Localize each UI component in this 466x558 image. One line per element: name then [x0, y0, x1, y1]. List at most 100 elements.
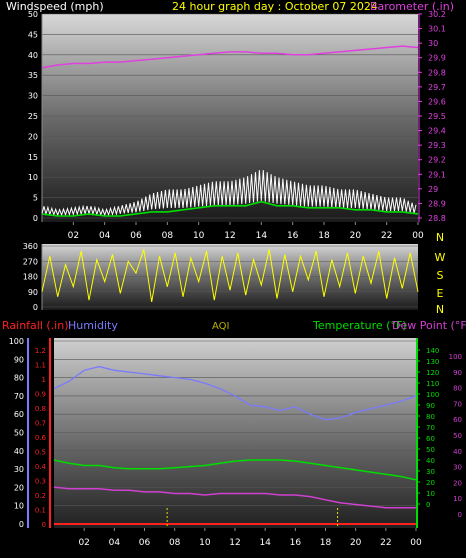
chart-title: 24 hour graph day : October 07 2024: [172, 0, 378, 13]
direction-tick-label: 180: [23, 273, 38, 282]
direction-tick-label: 360: [23, 242, 38, 251]
humidity-tick-label: 100: [9, 337, 24, 346]
time-tick-label: 06: [139, 538, 151, 548]
direction-tick-label: 90: [28, 288, 38, 297]
dewpoint-tick-label: 60: [453, 416, 462, 424]
barometer-tick-label: 30.1: [428, 25, 446, 34]
rainfall-tick-label: 0.5: [35, 449, 46, 457]
humidity-tick-label: 70: [14, 392, 24, 401]
compass-label: E: [437, 287, 444, 300]
time-tick-label: 12: [229, 538, 240, 548]
barometer-tick-label: 29.1: [428, 170, 446, 179]
time-tick-label: 16: [290, 538, 302, 548]
time-tick-label: 00: [410, 538, 422, 548]
time-tick-label: 14: [256, 231, 268, 241]
windspeed-tick-label: 0: [33, 214, 38, 223]
temperature-tick-label: 120: [426, 369, 439, 377]
rainfall-tick-label: 0.4: [35, 463, 47, 471]
temperature-tick-label: 50: [426, 446, 435, 454]
humidity-axis-title: Humidity: [68, 319, 118, 332]
rainfall-tick-label: 0.7: [35, 420, 46, 428]
direction-tick-label: 270: [23, 257, 38, 266]
time-tick-label: 10: [199, 538, 211, 548]
windspeed-tick-label: 20: [28, 132, 38, 141]
time-tick-label: 22: [381, 231, 392, 241]
windspeed-tick-label: 30: [28, 92, 38, 101]
rainfall-tick-label: 1.2: [35, 347, 46, 355]
temperature-tick-label: 140: [426, 347, 439, 355]
dewpoint-tick-label: 30: [453, 464, 462, 472]
rainfall-tick-label: 0.6: [35, 434, 47, 442]
time-tick-label: 06: [130, 231, 142, 241]
dewpoint-tick-label: 50: [453, 432, 462, 440]
temperature-tick-label: 130: [426, 358, 439, 366]
time-tick-label: 08: [162, 231, 174, 241]
rainfall-axis-title: Rainfall (.in): [2, 319, 69, 332]
weather-chart: Windspeed (mph) 24 hour graph day : Octo…: [2, 0, 466, 548]
barometer-tick-label: 29.6: [428, 97, 446, 106]
temperature-tick-label: 80: [426, 413, 435, 421]
temperature-tick-label: 30: [426, 468, 435, 476]
barometer-tick-label: 30: [428, 39, 438, 48]
time-tick-label: 02: [68, 231, 79, 241]
compass-label: S: [437, 269, 444, 282]
barometer-tick-label: 29: [428, 185, 438, 194]
time-tick-label: 16: [287, 231, 299, 241]
windspeed-tick-label: 15: [28, 153, 38, 162]
time-tick-label: 00: [412, 231, 424, 241]
time-tick-label: 14: [259, 538, 271, 548]
dewpoint-axis-title: Dew Point (°F): [392, 319, 466, 332]
rainfall-tick-label: 0.8: [35, 405, 46, 413]
direction-tick-label: 0: [33, 303, 38, 312]
time-tick-label: 20: [350, 231, 362, 241]
time-tick-label: 18: [318, 231, 330, 241]
barometer-tick-label: 30.2: [428, 10, 446, 19]
aqi-axis-title: AQI: [212, 321, 230, 332]
dewpoint-tick-label: 0: [458, 511, 462, 519]
barometer-tick-label: 29.9: [428, 54, 446, 63]
windspeed-tick-label: 25: [28, 112, 38, 121]
time-tick-label: 18: [320, 538, 332, 548]
barometer-tick-label: 29.5: [428, 112, 446, 121]
humidity-tick-label: 40: [14, 447, 24, 456]
time-tick-label: 04: [99, 231, 111, 241]
windspeed-tick-label: 50: [28, 10, 38, 19]
time-tick-label: 10: [193, 231, 205, 241]
rainfall-tick-label: 0.2: [35, 492, 46, 500]
humidity-tick-label: 50: [14, 429, 24, 438]
compass-label: N: [436, 231, 444, 244]
time-tick-label: 20: [350, 538, 362, 548]
time-tick-label: 22: [380, 538, 391, 548]
windspeed-tick-label: 5: [33, 194, 38, 203]
compass-label: N: [436, 303, 444, 316]
windspeed-tick-label: 10: [28, 173, 38, 182]
dewpoint-tick-label: 40: [453, 448, 462, 456]
dewpoint-tick-label: 90: [453, 369, 462, 377]
windspeed-tick-label: 45: [28, 30, 38, 39]
rainfall-tick-label: 0: [42, 521, 46, 529]
dewpoint-tick-label: 100: [449, 353, 462, 361]
time-tick-label: 04: [109, 538, 121, 548]
temperature-tick-label: 90: [426, 402, 435, 410]
rainfall-tick-label: 1.1: [35, 362, 46, 370]
barometer-tick-label: 29.8: [428, 68, 446, 77]
dewpoint-tick-label: 80: [453, 385, 462, 393]
rainfall-tick-label: 0.3: [35, 478, 46, 486]
dewpoint-tick-label: 10: [453, 495, 462, 503]
humidity-tick-label: 30: [14, 465, 24, 474]
humidity-tick-label: 20: [14, 483, 24, 492]
barometer-tick-label: 29.4: [428, 127, 446, 136]
rainfall-tick-label: 0.1: [35, 507, 46, 515]
dewpoint-tick-label: 20: [453, 479, 462, 487]
dewpoint-tick-label: 70: [453, 400, 462, 408]
temperature-tick-label: 100: [426, 391, 439, 399]
humidity-tick-label: 10: [14, 502, 24, 511]
time-tick-label: 02: [78, 538, 89, 548]
rainfall-tick-label: 1: [42, 376, 46, 384]
windspeed-tick-label: 40: [28, 51, 38, 60]
barometer-tick-label: 28.9: [428, 199, 446, 208]
temperature-tick-label: 10: [426, 490, 435, 498]
compass-label: W: [435, 251, 446, 264]
rainfall-tick-label: 0.9: [35, 391, 46, 399]
temperature-tick-label: 0: [426, 501, 430, 509]
